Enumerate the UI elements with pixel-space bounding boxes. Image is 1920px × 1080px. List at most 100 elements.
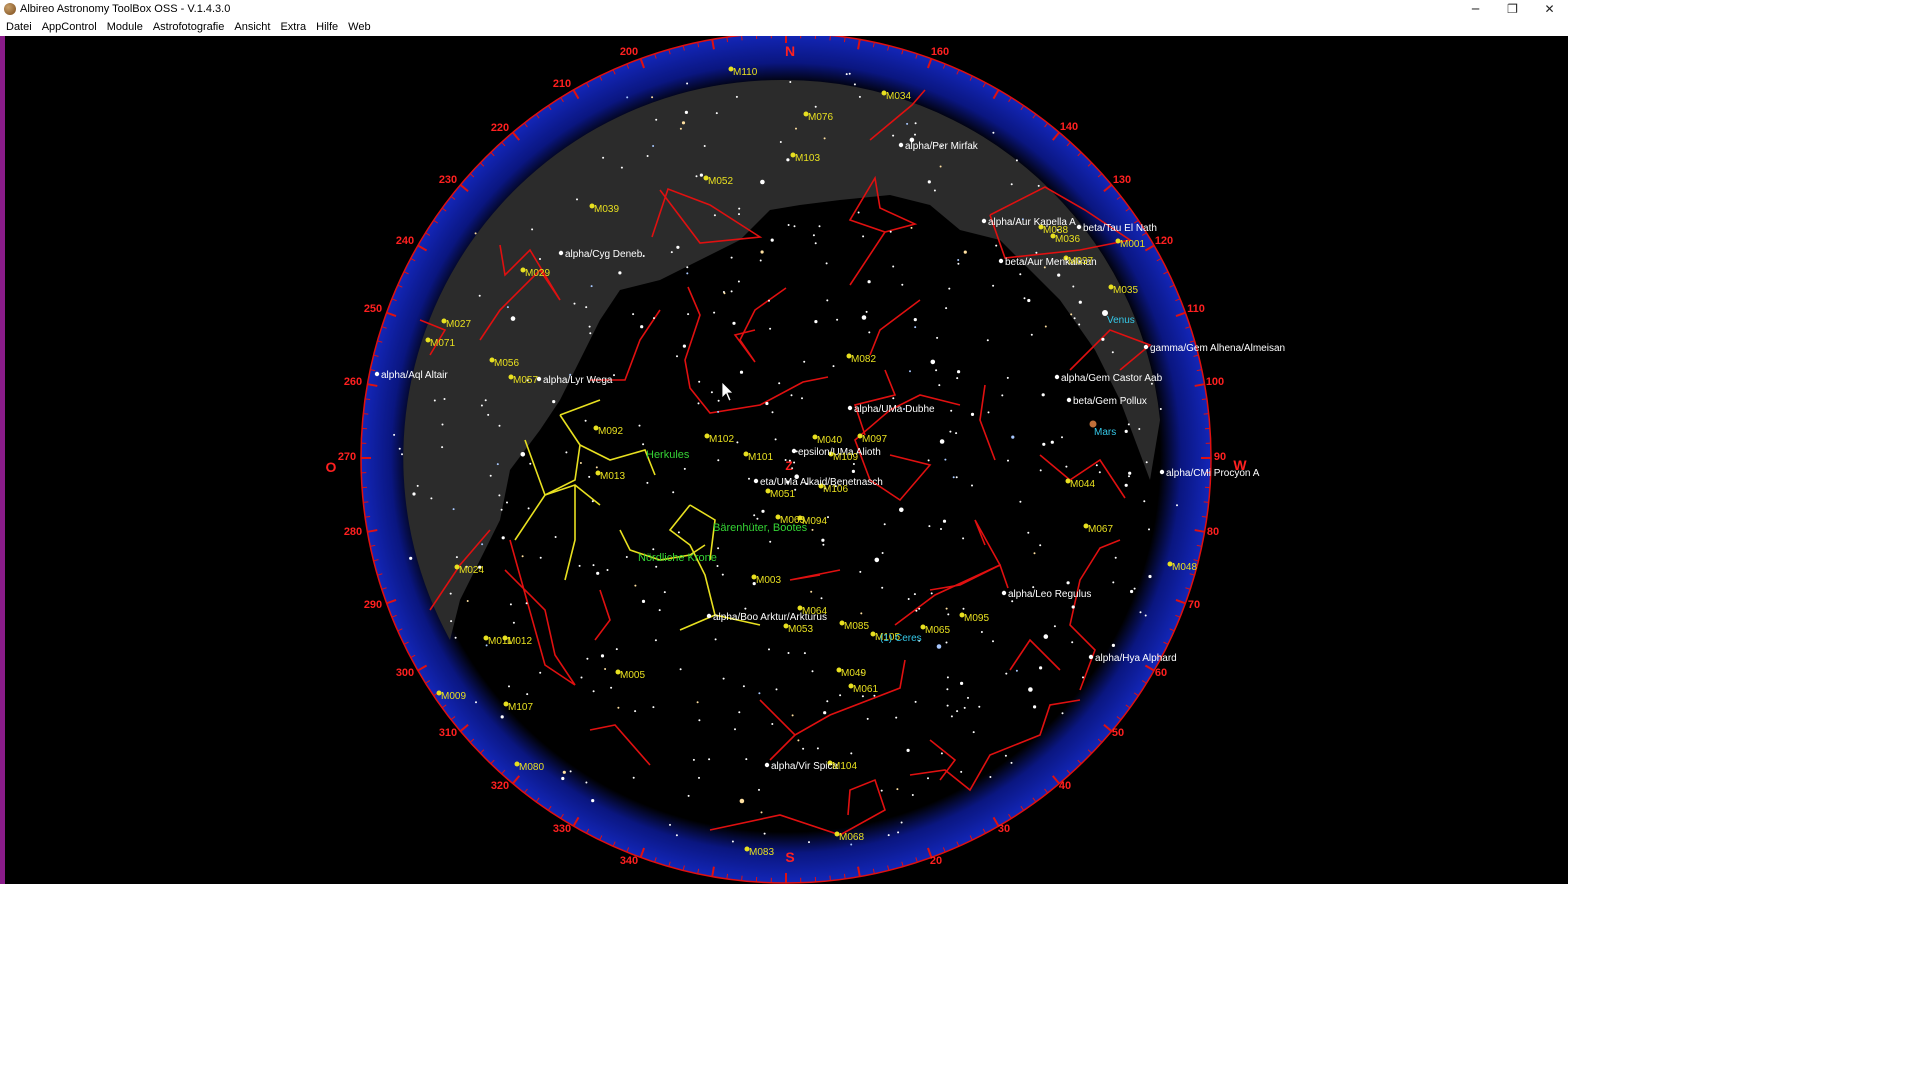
- messier-label[interactable]: M082: [851, 354, 876, 365]
- venus-marker[interactable]: [1102, 310, 1108, 316]
- messier-label[interactable]: M103: [795, 153, 820, 164]
- menu-module[interactable]: Module: [102, 21, 148, 33]
- messier-label[interactable]: M035: [1113, 285, 1138, 296]
- star-label[interactable]: alpha/Leo Regulus: [1008, 589, 1091, 600]
- messier-label[interactable]: M097: [862, 434, 887, 445]
- messier-label[interactable]: M067: [1088, 524, 1113, 535]
- messier-label[interactable]: M109: [833, 452, 858, 463]
- star-label[interactable]: alpha/Lyr Wega: [543, 375, 613, 386]
- messier-label[interactable]: M029: [525, 268, 550, 279]
- azimuth-label-240: 240: [396, 235, 414, 247]
- messier-label[interactable]: M009: [441, 691, 466, 702]
- compass-east: O: [326, 459, 337, 475]
- constellation-name[interactable]: Nördliche Krone: [638, 552, 717, 564]
- messier-label[interactable]: M053: [788, 624, 813, 635]
- left-edge-strip: [0, 36, 5, 884]
- azimuth-label-220: 220: [491, 122, 509, 134]
- messier-label[interactable]: M044: [1070, 479, 1095, 490]
- messier-label[interactable]: M104: [832, 761, 857, 772]
- mars-marker[interactable]: [1089, 420, 1097, 428]
- messier-label[interactable]: M056: [494, 358, 519, 369]
- star-label[interactable]: alpha/UMa Dubhe: [854, 404, 935, 415]
- azimuth-label-130: 130: [1113, 174, 1131, 186]
- sky-chart[interactable]: N S O W Z 203040506070809010011012013014…: [0, 32, 1568, 884]
- planet-label[interactable]: Mars: [1094, 427, 1116, 438]
- star-label[interactable]: eta/UMa Alkaid/Benetnasch: [760, 477, 883, 488]
- azimuth-label-250: 250: [364, 303, 382, 315]
- messier-label[interactable]: M061: [853, 684, 878, 695]
- title-bar: Albireo Astronomy ToolBox OSS - V.1.4.3.…: [0, 0, 1568, 18]
- messier-label[interactable]: M080: [519, 762, 544, 773]
- azimuth-label-210: 210: [553, 78, 571, 90]
- messier-label[interactable]: M027: [446, 319, 471, 330]
- star-label[interactable]: gamma/Gem Alhena/Almeisan: [1150, 343, 1285, 354]
- azimuth-label-300: 300: [396, 667, 414, 679]
- menu-ansicht[interactable]: Ansicht: [229, 21, 275, 33]
- azimuth-label-40: 40: [1059, 780, 1071, 792]
- messier-label[interactable]: M036: [1055, 234, 1080, 245]
- messier-label[interactable]: M048: [1172, 562, 1197, 573]
- messier-label[interactable]: M049: [841, 668, 866, 679]
- maximize-button[interactable]: ❐: [1494, 0, 1531, 18]
- messier-label[interactable]: M013: [600, 471, 625, 482]
- planet-label[interactable]: Venus: [1107, 315, 1135, 326]
- star-label[interactable]: alpha/Per Mirfak: [905, 141, 979, 152]
- messier-label[interactable]: M102: [709, 434, 734, 445]
- messier-label[interactable]: M092: [598, 426, 623, 437]
- messier-label[interactable]: M024: [459, 565, 484, 576]
- messier-label[interactable]: M065: [925, 625, 950, 636]
- messier-label[interactable]: M034: [886, 91, 911, 102]
- zenith-marker: Z: [785, 459, 792, 473]
- minimize-button[interactable]: ─: [1457, 0, 1494, 18]
- menu-bar: Datei AppControl Module Astrofotografie …: [0, 18, 1568, 36]
- constellation-name[interactable]: Bärenhüter, Bootes: [713, 522, 808, 534]
- messier-label[interactable]: M101: [748, 452, 773, 463]
- messier-label[interactable]: M051: [770, 489, 795, 500]
- messier-label[interactable]: M095: [964, 613, 989, 624]
- star-label[interactable]: alpha/Gem Castor Aab: [1061, 373, 1163, 384]
- messier-label[interactable]: M083: [749, 847, 774, 858]
- messier-label[interactable]: M037: [1068, 256, 1093, 267]
- star-label[interactable]: alpha/Aql Altair: [381, 370, 448, 381]
- messier-label[interactable]: M001: [1120, 239, 1145, 250]
- star-label[interactable]: alpha/Vir Spica: [771, 761, 839, 772]
- messier-label[interactable]: M012: [507, 636, 532, 647]
- messier-label[interactable]: M068: [839, 832, 864, 843]
- azimuth-label-70: 70: [1188, 599, 1200, 611]
- star-label[interactable]: alpha/CMi Procyon A: [1166, 468, 1260, 479]
- messier-label[interactable]: M071: [430, 338, 455, 349]
- constellation-name[interactable]: Herkules: [646, 449, 690, 461]
- messier-label[interactable]: M057: [513, 375, 538, 386]
- messier-label[interactable]: M039: [594, 204, 619, 215]
- sky-chart-area[interactable]: N S O W Z 20 30 40 50 60 70 80 90 100 110 120 130 14…: [0, 32, 1568, 884]
- azimuth-label-90: 90: [1214, 451, 1226, 463]
- menu-datei[interactable]: Datei: [0, 21, 37, 33]
- messier-label[interactable]: M110: [733, 67, 758, 78]
- messier-label[interactable]: M064: [802, 606, 827, 617]
- messier-label[interactable]: M107: [508, 702, 533, 713]
- messier-label[interactable]: M052: [708, 176, 733, 187]
- star-label[interactable]: beta/Tau El Nath: [1083, 223, 1157, 234]
- star-label[interactable]: beta/Gem Pollux: [1073, 396, 1147, 407]
- azimuth-label-20: 20: [930, 855, 942, 867]
- messier-label[interactable]: M106: [823, 484, 848, 495]
- messier-label[interactable]: M085: [844, 621, 869, 632]
- star-label[interactable]: alpha/Cyg Deneb: [565, 249, 643, 260]
- messier-label[interactable]: M040: [817, 435, 842, 446]
- menu-astrofotografie[interactable]: Astrofotografie: [148, 21, 230, 33]
- azimuth-label-340: 340: [620, 855, 638, 867]
- messier-label[interactable]: M003: [756, 575, 781, 586]
- menu-web[interactable]: Web: [343, 21, 375, 33]
- menu-extra[interactable]: Extra: [275, 21, 311, 33]
- star-label[interactable]: alpha/Hya Alphard: [1095, 653, 1177, 664]
- menu-appcontrol[interactable]: AppControl: [37, 21, 102, 33]
- close-button[interactable]: ✕: [1531, 0, 1568, 18]
- compass-south: S: [785, 849, 794, 865]
- messier-label[interactable]: M076: [808, 112, 833, 123]
- messier-label[interactable]: M005: [620, 670, 645, 681]
- azimuth-label-30: 30: [998, 823, 1010, 835]
- planet-label[interactable]: (1) Ceres: [880, 633, 922, 644]
- azimuth-label-140: 140: [1060, 121, 1078, 133]
- menu-hilfe[interactable]: Hilfe: [311, 21, 343, 33]
- azimuth-label-120: 120: [1155, 235, 1173, 247]
